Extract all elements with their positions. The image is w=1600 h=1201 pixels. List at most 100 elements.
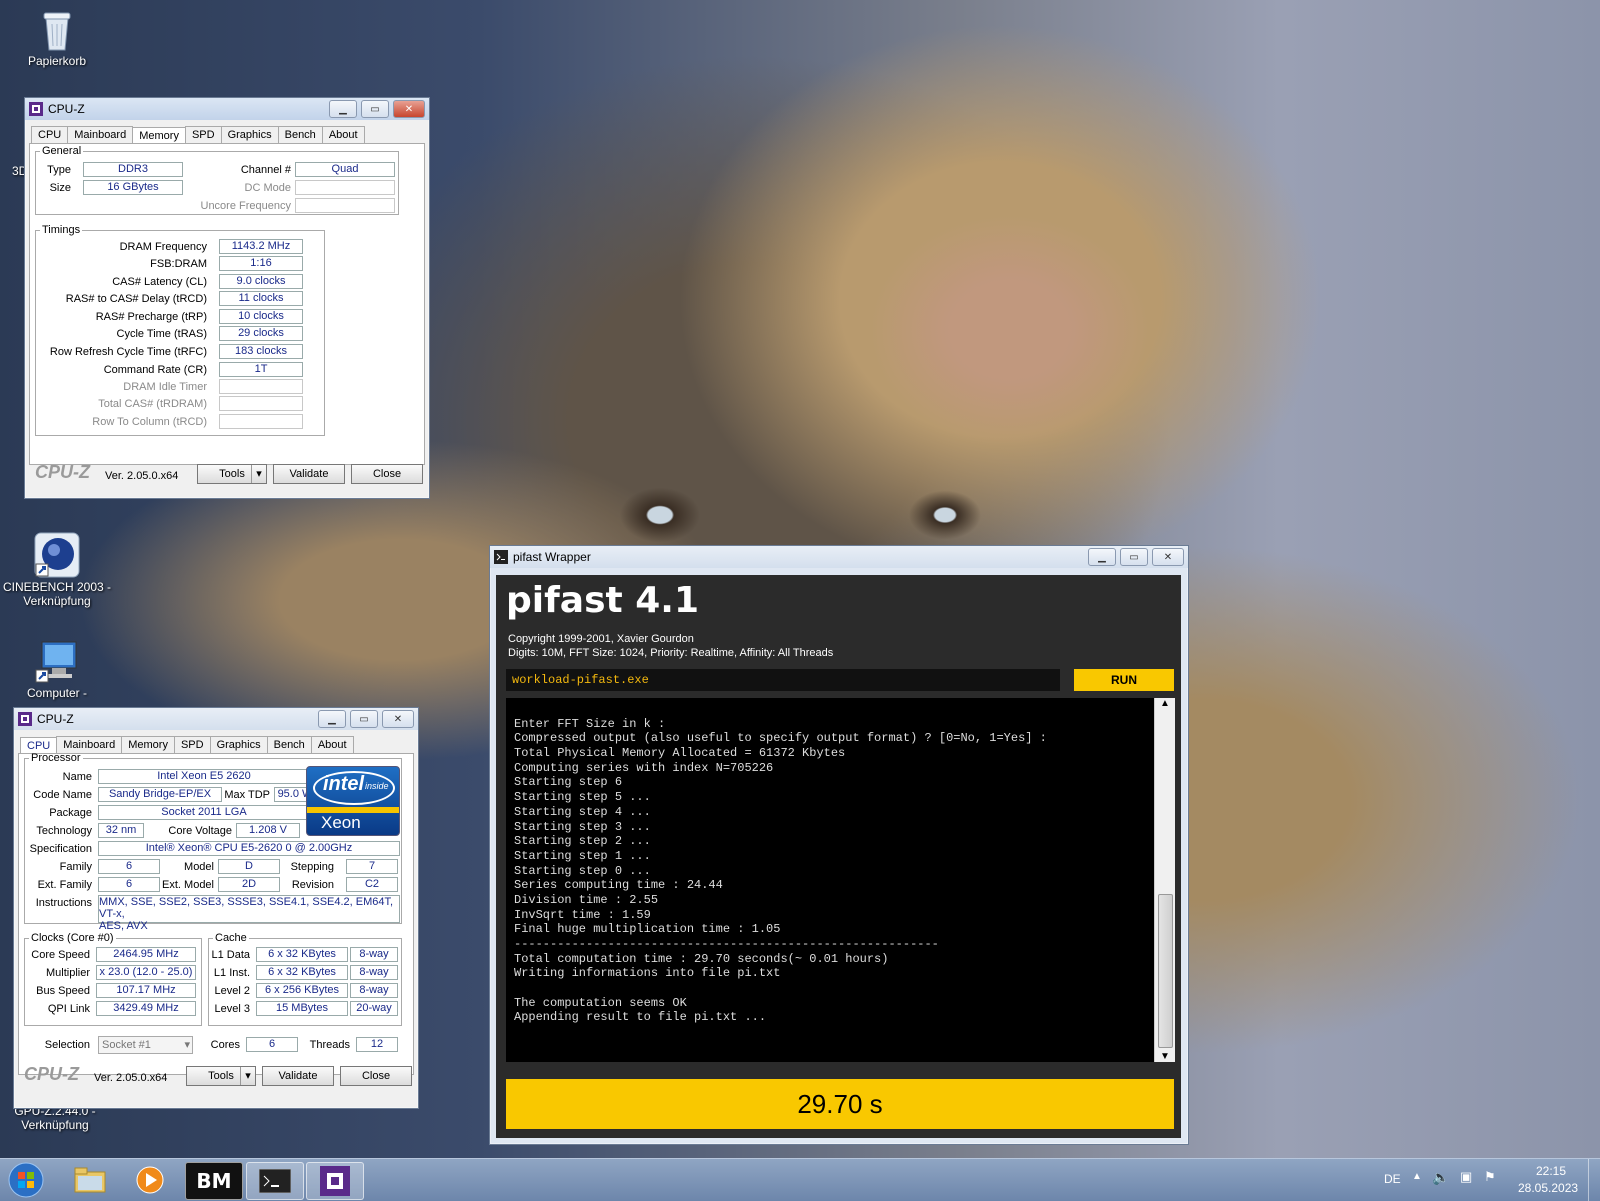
console-line: Series computing time : 24.44 — [514, 878, 723, 893]
dcmode-label: DC Mode — [244, 182, 291, 194]
maximize-button[interactable]: ▭ — [361, 100, 389, 118]
name-label: Name — [62, 771, 92, 783]
clock-time[interactable]: 22:15 — [1536, 1164, 1566, 1178]
tab-about[interactable]: About — [310, 736, 354, 753]
folder-icon — [74, 1167, 106, 1193]
pifast-window[interactable]: pifast Wrapper ▁ ▭ ✕ pifast 4.1 Copyrigh… — [489, 545, 1189, 1145]
desktop-icon-recycle-bin[interactable]: Papierkorb — [2, 8, 112, 68]
codename-label: Code Name — [33, 789, 92, 801]
tab-spd[interactable]: SPD — [184, 126, 222, 143]
taskbar-cpuz[interactable] — [306, 1162, 364, 1200]
validate-button[interactable]: Validate — [273, 464, 345, 484]
selection-dropdown[interactable]: Socket #1 ▾ — [98, 1036, 193, 1054]
tab-cpu[interactable]: CPU — [31, 126, 69, 143]
minimize-button[interactable]: ▁ — [1088, 548, 1116, 566]
cpuz-memory-titlebar[interactable]: CPU-Z ▁ ▭ ✕ — [25, 98, 429, 120]
console-line: Starting step 5 ... — [514, 790, 651, 805]
cpuz-cpu-window[interactable]: CPU-Z ▁ ▭ ✕ CPU Mainboard Memory SPD Gra… — [13, 707, 419, 1109]
chevron-down-icon: ▾ — [251, 465, 266, 483]
tab-bench[interactable]: Bench — [266, 736, 312, 753]
validate-button[interactable]: Validate — [262, 1066, 334, 1086]
run-button[interactable]: RUN — [1074, 669, 1174, 691]
busspeed-label: Bus Speed — [36, 985, 90, 997]
cache-size: 6 x 256 KBytes — [256, 983, 348, 998]
tab-mainboard[interactable]: Mainboard — [56, 736, 123, 753]
tab-mainboard[interactable]: Mainboard — [67, 126, 134, 143]
desktop-icon-label: Papierkorb — [27, 54, 87, 68]
cache-label: L1 Data — [211, 949, 250, 961]
timing-label: FSB:DRAM — [150, 258, 207, 270]
start-button[interactable] — [0, 1162, 52, 1198]
revision-value: C2 — [346, 877, 398, 892]
xeon-product-text: Xeon — [321, 813, 361, 832]
close-window-button[interactable]: ✕ — [1152, 548, 1184, 566]
tab-graphics[interactable]: Graphics — [220, 126, 279, 143]
tab-memory[interactable]: Memory — [121, 736, 175, 753]
minimize-button[interactable]: ▁ — [318, 710, 346, 728]
clock-date[interactable]: 28.05.2023 — [1518, 1181, 1578, 1195]
tab-memory[interactable]: Memory — [132, 127, 186, 144]
cpuz-logo: CPU-Z — [35, 462, 90, 482]
qpi-label: QPI Link — [47, 1003, 90, 1015]
tools-button[interactable]: Tools ▾ — [186, 1066, 256, 1086]
threads-value: 12 — [356, 1037, 398, 1052]
result-time: 29.70 s — [797, 1089, 883, 1119]
size-label: Size — [49, 182, 71, 194]
taskbar-explorer[interactable] — [62, 1162, 118, 1198]
tech-value: 32 nm — [98, 823, 144, 838]
language-indicator[interactable]: DE — [1384, 1172, 1401, 1186]
scrollbar-thumb[interactable] — [1158, 894, 1173, 1048]
scroll-up-icon[interactable]: ▲ — [1160, 698, 1170, 709]
cpuz-memory-window[interactable]: CPU-Z ▁ ▭ ✕ CPU Mainboard Memory SPD Gra… — [24, 97, 430, 499]
minimize-button[interactable]: ▁ — [329, 100, 357, 118]
tab-graphics[interactable]: Graphics — [209, 736, 268, 753]
tab-spd[interactable]: SPD — [173, 736, 211, 753]
taskbar-benchmate[interactable]: BM — [185, 1162, 243, 1200]
package-label: Package — [49, 807, 92, 819]
cpuz-cpu-titlebar[interactable]: CPU-Z ▁ ▭ ✕ — [14, 708, 418, 730]
tab-bench[interactable]: Bench — [277, 126, 323, 143]
general-legend: General — [42, 145, 82, 157]
show-desktop-button[interactable] — [1588, 1159, 1600, 1201]
desktop-icon-cinebench[interactable]: CINEBENCH 2003 - Verknüpfung — [2, 532, 112, 608]
console-line: The computation seems OK — [514, 995, 687, 1010]
close-icon: ✕ — [404, 103, 414, 115]
tools-button[interactable]: Tools ▾ — [197, 464, 267, 484]
maximize-button[interactable]: ▭ — [350, 710, 378, 728]
taskbar-console[interactable] — [246, 1162, 304, 1200]
close-button[interactable]: Close — [340, 1066, 412, 1086]
stepping-value: 7 — [346, 859, 398, 874]
pifast-titlebar[interactable]: pifast Wrapper ▁ ▭ ✕ — [490, 546, 1188, 568]
processor-legend: Processor — [31, 752, 81, 764]
close-window-button[interactable]: ✕ — [393, 100, 425, 118]
taskbar-media-player[interactable] — [122, 1162, 178, 1198]
scroll-down-icon[interactable]: ▼ — [1160, 1051, 1170, 1062]
instructions-value: MMX, SSE, SSE2, SSE3, SSSE3, SSE4.1, SSE… — [98, 895, 400, 932]
speaker-icon[interactable]: 🔈 — [1432, 1169, 1449, 1186]
model-label: Model — [184, 861, 214, 873]
version-text: Ver. 2.05.0.x64 — [105, 470, 179, 482]
corespeed-label: Core Speed — [31, 949, 90, 961]
window-title: pifast Wrapper — [513, 550, 591, 564]
show-hidden-icons-icon[interactable]: ▲ — [1412, 1171, 1422, 1182]
maximize-button[interactable]: ▭ — [1120, 548, 1148, 566]
exe-path-input[interactable]: workload-pifast.exe — [506, 669, 1060, 691]
desktop-icon-computer[interactable]: Computer - — [2, 640, 112, 700]
console-line: Writing informations into file pi.txt — [514, 966, 781, 981]
tab-about[interactable]: About — [321, 126, 365, 143]
close-button[interactable]: Close — [351, 464, 423, 484]
flag-icon[interactable]: ⚑ — [1484, 1169, 1496, 1185]
cache-way: 20-way — [350, 1001, 398, 1016]
network-icon[interactable]: ▣ — [1460, 1169, 1472, 1185]
console-icon — [259, 1169, 291, 1193]
channel-value: Quad — [295, 162, 395, 177]
chevron-down-icon: ▾ — [184, 1039, 190, 1051]
cpuz-logo: CPU-Z — [24, 1064, 79, 1084]
family-label: Family — [59, 861, 92, 873]
cpuz-cpu-tabs: CPU Mainboard Memory SPD Graphics Bench … — [14, 730, 418, 754]
minimize-icon: ▁ — [328, 713, 336, 725]
benchmate-icon: BM — [196, 1169, 232, 1193]
cache-way: 8-way — [350, 983, 398, 998]
console-scrollbar[interactable]: ▲ ▼ — [1154, 698, 1175, 1062]
close-window-button[interactable]: ✕ — [382, 710, 414, 728]
